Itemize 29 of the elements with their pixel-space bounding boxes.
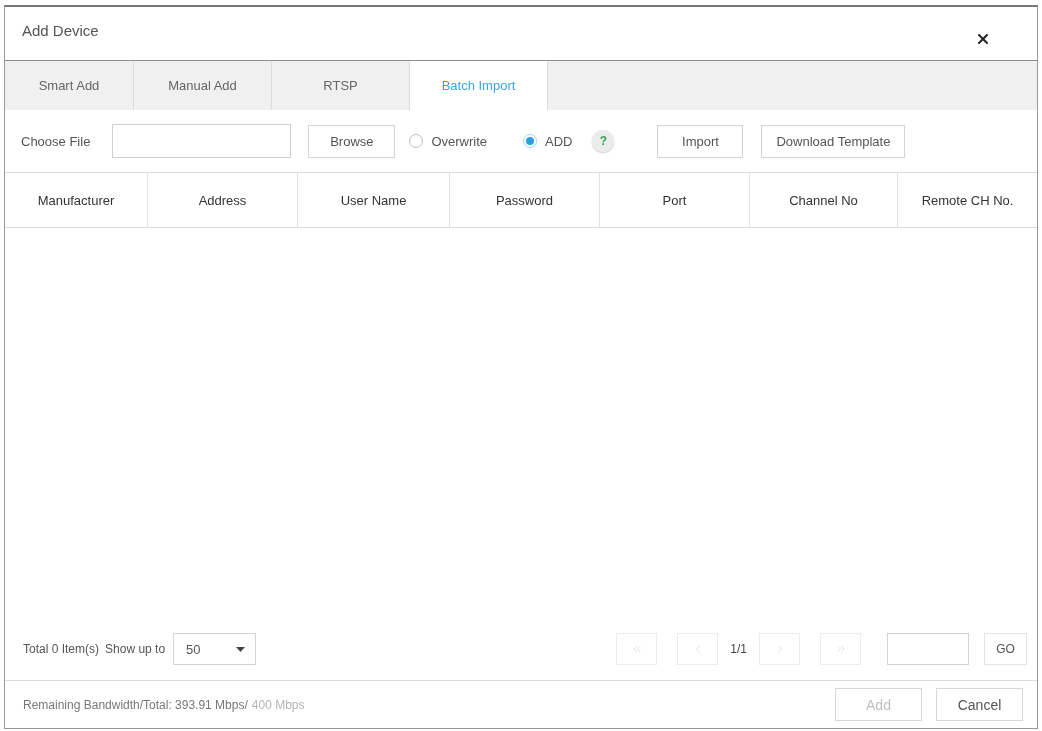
double-chevron-right-icon	[834, 643, 847, 655]
column-header: Remote CH No.	[920, 191, 1015, 210]
page-number-field[interactable]	[887, 633, 969, 665]
dialog-title: Add Device	[22, 22, 99, 39]
caret-down-icon	[236, 646, 246, 652]
download-template-button[interactable]: Download Template	[761, 124, 906, 158]
radio-icon[interactable]	[409, 134, 424, 148]
file-path-field[interactable]	[112, 124, 292, 158]
page-size-value: 50	[186, 641, 202, 657]
bandwidth-total-text: 400 Mbps	[251, 697, 305, 712]
cancel-button[interactable]: Cancel	[936, 688, 1023, 721]
column-header: User Name	[298, 173, 450, 227]
choose-file-label: Choose File	[21, 133, 91, 149]
browse-button[interactable]: Browse	[308, 124, 396, 158]
total-items-text: Total 0 Item(s)	[23, 642, 100, 656]
bandwidth-text: Remaining Bandwidth/Total: 393.91 Mbps/	[23, 697, 248, 712]
column-header: Address	[148, 173, 298, 227]
radio-icon[interactable]	[523, 134, 537, 148]
page-indicator: 1/1	[730, 642, 747, 656]
radio-label: Overwrite	[431, 133, 487, 149]
go-button[interactable]: GO	[984, 633, 1027, 665]
column-header: Port	[600, 173, 750, 227]
show-up-to-label: Show up to	[105, 642, 166, 656]
radio-label: ADD	[545, 133, 573, 149]
column-header: Manufacturer	[5, 173, 148, 227]
column-header: Password	[450, 173, 600, 227]
column-header: Channel No	[750, 173, 898, 227]
page-size-select[interactable]: 50	[173, 633, 257, 665]
import-button[interactable]: Import	[657, 124, 744, 158]
